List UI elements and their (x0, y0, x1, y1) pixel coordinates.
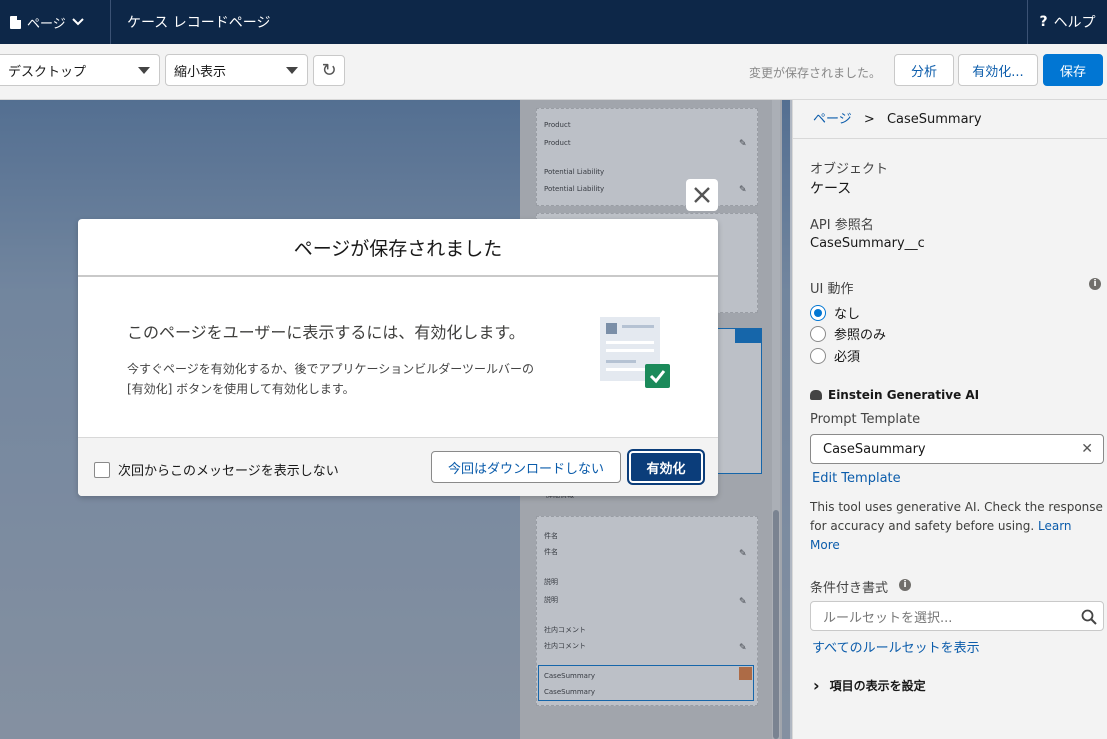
help-icon: ? (1039, 14, 1048, 30)
modal-main-text: このページをユーザーに表示するには、有効化します。 (127, 323, 525, 342)
help-label: ヘルプ (1053, 15, 1096, 31)
properties-panel: ページ > CaseSummary オブジェクト ケース API 参照名 Cas… (792, 100, 1107, 739)
api-name-label: API 参照名 (810, 218, 874, 233)
radio-none[interactable]: なし (810, 303, 860, 322)
builder-toolbar: デスクトップ 縮小表示 ↻ 変更が保存されました。 分析 有効化... 保存 (0, 44, 1107, 100)
clear-icon[interactable]: ✕ (1081, 441, 1093, 457)
chevron-down-icon (72, 18, 84, 26)
ruleset-search-input[interactable]: ルールセットを選択... (810, 601, 1104, 631)
caret-down-icon (286, 67, 298, 74)
object-label: オブジェクト (810, 162, 889, 177)
view-select-value: 縮小表示 (174, 64, 227, 80)
ui-behavior-label: UI 動作 (810, 282, 854, 297)
activate-toolbar-button[interactable]: 有効化... (958, 54, 1038, 86)
radio-required[interactable]: 必須 (810, 346, 860, 365)
device-select-value: デスクトップ (8, 64, 87, 80)
chevron-right-icon: › (813, 676, 820, 695)
conditional-format-label: 条件付き書式 (810, 581, 889, 596)
radio-label: なし (834, 307, 861, 322)
breadcrumb-separator: > (863, 112, 875, 127)
radio-label: 参照のみ (834, 328, 887, 343)
breadcrumb-page-link[interactable]: ページ (813, 112, 852, 127)
einstein-section-title: Einstein Generative AI (810, 388, 979, 402)
search-icon (1081, 609, 1097, 625)
all-rulesets-link[interactable]: すべてのルールセットを表示 (812, 637, 980, 656)
modal-sub-line: 今すぐページを有効化するか、後でアプリケーションビルダーツールバーの (127, 362, 535, 376)
breadcrumb: ページ > CaseSummary (813, 108, 982, 127)
not-now-button[interactable]: 今回はダウンロードしない (431, 451, 621, 483)
radio-button[interactable] (810, 325, 826, 342)
modal-sub-line: [有効化] ボタンを使用して有効化します。 (127, 382, 355, 396)
checkbox[interactable] (94, 461, 110, 478)
device-select[interactable]: デスクトップ (0, 54, 160, 86)
radio-readonly[interactable]: 参照のみ (810, 324, 886, 343)
field-visibility-label: 項目の表示を設定 (829, 679, 926, 693)
radio-label: 必須 (834, 350, 861, 365)
edit-template-link[interactable]: Edit Template (812, 471, 901, 486)
help-button[interactable]: ? ヘルプ (1027, 0, 1107, 44)
disclaimer-line: for accuracy and safety before using. (810, 519, 1035, 533)
caret-down-icon (138, 67, 150, 74)
info-icon[interactable]: i (1089, 278, 1101, 290)
ai-disclaimer: This tool uses generative AI. Check the … (810, 498, 1105, 555)
prompt-template-input[interactable]: CaseSaummary ✕ (810, 434, 1104, 464)
radio-button[interactable] (810, 347, 826, 364)
page-activated-illustration (600, 317, 670, 388)
divider (793, 138, 1107, 139)
radio-button[interactable] (810, 304, 826, 321)
saved-modal: ページが保存されました このページをユーザーに表示するには、有効化します。 今す… (78, 219, 718, 496)
activate-button[interactable]: 有効化 (629, 451, 703, 483)
einstein-icon (810, 390, 822, 400)
refresh-icon: ↻ (321, 60, 337, 81)
ruleset-placeholder: ルールセットを選択... (823, 610, 953, 626)
modal-body: このページをユーザーに表示するには、有効化します。 今すぐページを有効化するか、… (78, 277, 718, 437)
modal-footer: 次回からこのメッセージを表示しない 今回はダウンロードしない 有効化 (78, 437, 718, 496)
object-value: ケース (810, 181, 852, 197)
page-icon (10, 15, 21, 29)
field-visibility-section[interactable]: › 項目の表示を設定 (813, 676, 926, 695)
prompt-template-value: CaseSaummary (823, 441, 926, 457)
save-button[interactable]: 保存 (1043, 54, 1103, 86)
disclaimer-line: This tool uses generative AI. Check the … (810, 500, 1103, 514)
save-status: 変更が保存されました。 (749, 66, 882, 80)
page-menu-label: ページ (27, 16, 66, 32)
refresh-button[interactable]: ↻ (313, 55, 345, 86)
info-icon[interactable]: i (899, 579, 911, 591)
page-menu[interactable]: ページ (0, 0, 111, 44)
api-name-value: CaseSummary__c (810, 236, 925, 251)
modal-sub-text: 今すぐページを有効化するか、後でアプリケーションビルダーツールバーの [有効化]… (127, 359, 577, 399)
modal-title: ページが保存されました (78, 219, 718, 277)
view-select[interactable]: 縮小表示 (165, 54, 308, 86)
einstein-title: Einstein Generative AI (828, 388, 980, 402)
close-modal-button[interactable] (686, 179, 718, 211)
prompt-template-label: Prompt Template (810, 412, 921, 427)
close-icon (694, 187, 710, 203)
breadcrumb-current: CaseSummary (886, 112, 982, 127)
analyze-button[interactable]: 分析 (894, 54, 954, 86)
checkbox-label: 次回からこのメッセージを表示しない (118, 464, 339, 479)
dont-show-again-checkbox[interactable]: 次回からこのメッセージを表示しない (94, 460, 339, 479)
page-title: ケース レコードページ (127, 15, 271, 31)
global-header: ページ ケース レコードページ ? ヘルプ (0, 0, 1107, 44)
